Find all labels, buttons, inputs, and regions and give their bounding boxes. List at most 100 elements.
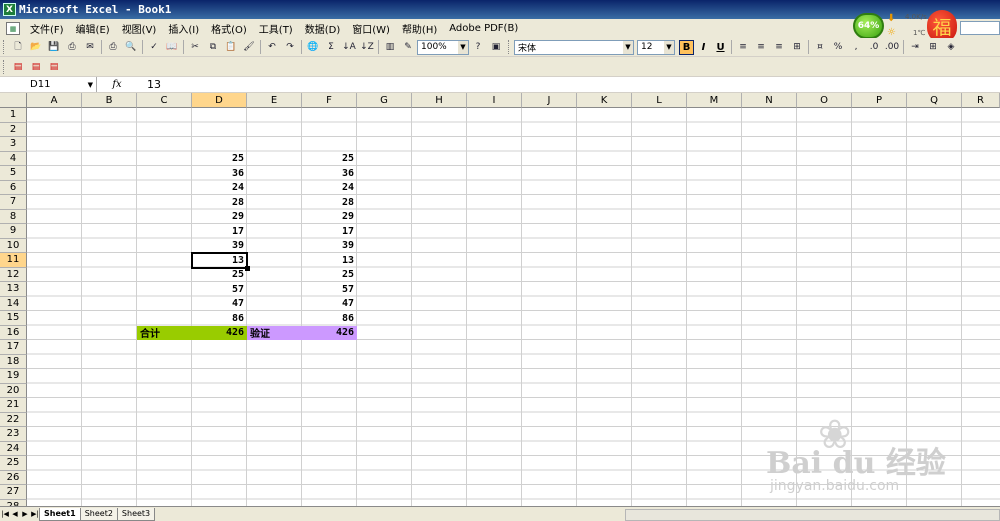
- pdf-icon[interactable]: ▣: [488, 40, 504, 55]
- sheet-tab-sheet2[interactable]: Sheet2: [79, 507, 118, 521]
- column-header-h[interactable]: H: [412, 93, 467, 108]
- cell-f6[interactable]: 24: [302, 181, 357, 196]
- column-header-n[interactable]: N: [742, 93, 797, 108]
- chevron-down-icon[interactable]: ▼: [458, 40, 468, 54]
- undo-icon[interactable]: ↶: [264, 40, 280, 55]
- chevron-down-icon[interactable]: ▼: [88, 81, 93, 89]
- cell-f5[interactable]: 36: [302, 166, 357, 181]
- new-icon[interactable]: 🗋: [10, 40, 26, 55]
- indent-icon[interactable]: ⇥: [907, 40, 923, 55]
- currency-icon[interactable]: ¤: [812, 40, 828, 55]
- column-header-a[interactable]: A: [27, 93, 82, 108]
- font-size-select[interactable]: 12 ▼: [637, 39, 675, 55]
- cell-f16-verify[interactable]: 426: [302, 325, 357, 340]
- cell-f14[interactable]: 47: [302, 297, 357, 312]
- toolbar-grip[interactable]: [3, 59, 6, 74]
- format-painter-icon[interactable]: 🖌: [241, 40, 257, 55]
- column-header-l[interactable]: L: [632, 93, 687, 108]
- menu-adobe-pdf[interactable]: Adobe PDF(B): [443, 23, 524, 34]
- cell-d12[interactable]: 25: [192, 268, 247, 283]
- row-header-9[interactable]: 9: [0, 224, 27, 239]
- column-header-p[interactable]: P: [852, 93, 907, 108]
- column-header-b[interactable]: B: [82, 93, 137, 108]
- row-header-6[interactable]: 6: [0, 180, 27, 195]
- workbook-icon[interactable]: ▦: [6, 22, 20, 35]
- column-header-j[interactable]: J: [522, 93, 577, 108]
- row-header-4[interactable]: 4: [0, 151, 27, 166]
- menu-format[interactable]: 格式(O): [205, 21, 253, 36]
- cell-d6[interactable]: 24: [192, 181, 247, 196]
- chevron-down-icon[interactable]: ▼: [623, 40, 633, 54]
- print-icon[interactable]: ⎙: [105, 40, 121, 55]
- cell-d7[interactable]: 28: [192, 195, 247, 210]
- row-header-7[interactable]: 7: [0, 195, 27, 210]
- row-header-10[interactable]: 10: [0, 238, 27, 253]
- menu-edit[interactable]: 编辑(E): [70, 21, 116, 36]
- menu-data[interactable]: 数据(D): [299, 21, 347, 36]
- sort-descending-icon[interactable]: ↓Z: [359, 40, 375, 55]
- cell-d15[interactable]: 86: [192, 311, 247, 326]
- cell-f10[interactable]: 39: [302, 239, 357, 254]
- row-header-18[interactable]: 18: [0, 354, 27, 369]
- column-header-m[interactable]: M: [687, 93, 742, 108]
- cell-f13[interactable]: 57: [302, 282, 357, 297]
- prev-sheet-icon[interactable]: ◀: [10, 510, 20, 518]
- row-header-24[interactable]: 24: [0, 441, 27, 456]
- cell-d14[interactable]: 47: [192, 297, 247, 312]
- bold-button[interactable]: B: [679, 39, 694, 55]
- email-icon[interactable]: ✉: [82, 40, 98, 55]
- cell-f8[interactable]: 29: [302, 210, 357, 225]
- row-header-2[interactable]: 2: [0, 122, 27, 137]
- italic-button[interactable]: I: [696, 40, 711, 55]
- zoom-select[interactable]: 100% ▼: [417, 39, 469, 55]
- row-header-11[interactable]: 11: [0, 253, 27, 268]
- row-header-15[interactable]: 15: [0, 311, 27, 326]
- paste-icon[interactable]: 📋: [223, 40, 239, 55]
- spelling-icon[interactable]: ✓: [146, 40, 162, 55]
- toolbar-grip[interactable]: [3, 40, 6, 54]
- row-header-25[interactable]: 25: [0, 456, 27, 471]
- formula-input[interactable]: 13: [137, 78, 161, 91]
- row-header-19[interactable]: 19: [0, 369, 27, 384]
- borders-icon[interactable]: ⊞: [925, 40, 941, 55]
- row-header-22[interactable]: 22: [0, 412, 27, 427]
- column-header-i[interactable]: I: [467, 93, 522, 108]
- cell-f4[interactable]: 25: [302, 152, 357, 167]
- open-icon[interactable]: 📂: [28, 40, 44, 55]
- pdf-review-icon[interactable]: ▤: [46, 59, 62, 74]
- column-header-e[interactable]: E: [247, 93, 302, 108]
- drawing-icon[interactable]: ✎: [400, 40, 416, 55]
- row-header-17[interactable]: 17: [0, 340, 27, 355]
- cut-icon[interactable]: ✂: [187, 40, 203, 55]
- cell-f12[interactable]: 25: [302, 268, 357, 283]
- cell-c16-total-label[interactable]: 合计: [137, 325, 192, 340]
- chart-wizard-icon[interactable]: ▥: [382, 40, 398, 55]
- row-header-16[interactable]: 16: [0, 325, 27, 340]
- row-header-26[interactable]: 26: [0, 470, 27, 485]
- underline-button[interactable]: U: [713, 40, 728, 55]
- menu-file[interactable]: 文件(F): [24, 21, 70, 36]
- percent-button[interactable]: %: [830, 40, 846, 55]
- pdf-email-icon[interactable]: ▤: [28, 59, 44, 74]
- row-header-23[interactable]: 23: [0, 427, 27, 442]
- horizontal-scrollbar[interactable]: [625, 509, 1000, 521]
- redo-icon[interactable]: ↷: [282, 40, 298, 55]
- row-header-1[interactable]: 1: [0, 108, 27, 123]
- cell-d9[interactable]: 17: [192, 224, 247, 239]
- cell-d5[interactable]: 36: [192, 166, 247, 181]
- cell-e16-verify-label[interactable]: 验证: [247, 325, 302, 340]
- autosum-icon[interactable]: Σ: [323, 40, 339, 55]
- print-preview-icon[interactable]: 🔍: [123, 40, 139, 55]
- cell-d10[interactable]: 39: [192, 239, 247, 254]
- sheet-tab-sheet3[interactable]: Sheet3: [116, 507, 156, 521]
- column-header-o[interactable]: O: [797, 93, 852, 108]
- column-header-r[interactable]: R: [962, 93, 1000, 108]
- insert-function-icon[interactable]: fx: [97, 79, 137, 90]
- row-header-13[interactable]: 13: [0, 282, 27, 297]
- next-sheet-icon[interactable]: ▶: [20, 510, 30, 518]
- menu-insert[interactable]: 插入(I): [162, 21, 205, 36]
- cell-f15[interactable]: 86: [302, 311, 357, 326]
- permission-icon[interactable]: ⎙: [64, 40, 80, 55]
- row-header-21[interactable]: 21: [0, 398, 27, 413]
- decrease-decimal-icon[interactable]: .00: [884, 40, 900, 55]
